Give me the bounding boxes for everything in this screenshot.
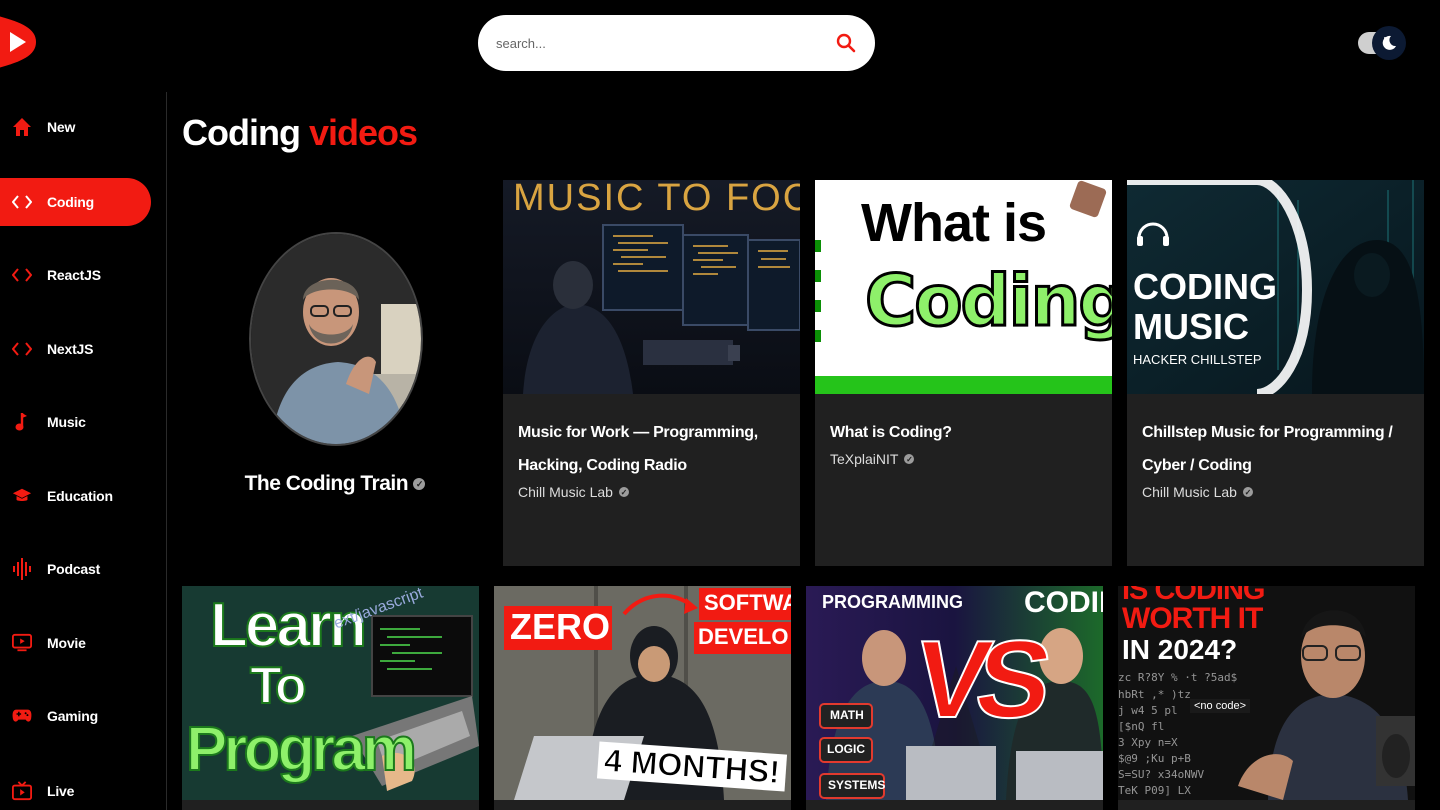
- sidebar-item-movie[interactable]: Movie: [0, 619, 151, 667]
- thumbnail-text: PROGRAMMING: [822, 592, 963, 612]
- sidebar-item-label: ReactJS: [47, 267, 101, 283]
- sidebar-item-label: Movie: [47, 635, 86, 651]
- thumbnail-tag: SYSTEMS: [828, 778, 886, 792]
- video-title[interactable]: Chillstep Music for Programming / Cyber …: [1142, 416, 1409, 482]
- sidebar-item-label: Coding: [47, 194, 95, 210]
- thumbnail-text: To: [249, 656, 308, 716]
- thumbnail-text: DEVELO: [698, 624, 789, 649]
- podcast-icon: [12, 558, 32, 580]
- video-thumbnail[interactable]: ZERO SOFTWA DEVELO 4 MONTHS!: [494, 586, 791, 800]
- video-card[interactable]: PROGRAMMING CODIN VS MATH LOGIC SYSTEMS: [806, 586, 1103, 810]
- graduation-cap-icon: [12, 486, 32, 506]
- sidebar-item-live[interactable]: Live: [0, 767, 151, 810]
- video-thumbnail[interactable]: PROGRAMMING CODIN VS MATH LOGIC SYSTEMS: [806, 586, 1103, 800]
- verified-icon: ✓: [618, 487, 629, 497]
- sidebar-item-coding[interactable]: Coding: [0, 178, 151, 226]
- video-card[interactable]: What is Coding? What is Coding? TeXplaiN…: [815, 180, 1112, 566]
- search-input[interactable]: [496, 35, 835, 51]
- thumbnail-text: VS: [906, 617, 1048, 742]
- video-title[interactable]: What is Coding?: [830, 416, 1097, 449]
- svg-text:j w4 5 pl: j w4 5 pl: [1118, 704, 1178, 717]
- thumbnail-text: CODIN: [1024, 586, 1103, 619]
- thumbnail-text: SOFTWA: [704, 590, 791, 615]
- sidebar-item-reactjs[interactable]: ReactJS: [0, 251, 151, 299]
- code-icon: [12, 265, 32, 285]
- verified-icon: ✓: [1242, 487, 1253, 497]
- video-thumbnail[interactable]: zc R?8Y % ·t ?5ad$ hbRt ,* )tz j w4 5 pl…: [1118, 586, 1415, 800]
- sidebar-item-music[interactable]: Music: [0, 398, 151, 446]
- sidebar-item-label: Podcast: [47, 561, 101, 577]
- sidebar: New Coding ReactJS NextJS Music Educatio…: [0, 92, 167, 810]
- video-channel[interactable]: Chill Music Lab ✓: [518, 484, 785, 500]
- channel-avatar[interactable]: [249, 232, 423, 446]
- svg-text:$@9 ;Ku p+B: $@9 ;Ku p+B: [1118, 752, 1191, 765]
- sidebar-item-label: New: [47, 119, 76, 135]
- svg-text:[$nQ fl: [$nQ fl: [1118, 720, 1164, 733]
- video-card[interactable]: CODING MUSIC HACKER CHILLSTEP Chillstep …: [1127, 180, 1424, 566]
- thumbnail-text: WORTH IT: [1122, 602, 1263, 635]
- thumbnail-text: MUSIC TO FOCU: [513, 180, 800, 219]
- sidebar-item-label: Music: [47, 414, 86, 430]
- thumbnail-text: Coding?: [863, 259, 1112, 344]
- sidebar-item-label: Education: [47, 488, 113, 504]
- music-note-icon: [12, 412, 32, 432]
- thumbnail-text: CODING: [1133, 266, 1277, 307]
- code-icon: [12, 339, 32, 359]
- thumbnail-text: <no code>: [1190, 699, 1250, 713]
- tv-icon: [12, 633, 32, 653]
- svg-text:zc R?8Y % ·t ?5ad$: zc R?8Y % ·t ?5ad$: [1118, 671, 1237, 684]
- sidebar-item-gaming[interactable]: Gaming: [0, 692, 151, 740]
- thumbnail-text: ZERO: [510, 606, 611, 647]
- video-thumbnail[interactable]: MUSIC TO FOCU: [503, 180, 800, 394]
- sidebar-item-nextjs[interactable]: NextJS: [0, 325, 151, 373]
- page-title: Coding videos: [182, 112, 418, 154]
- thumbnail-text: IN 2024?: [1122, 634, 1238, 665]
- verified-icon: ✓: [413, 478, 426, 491]
- channel-card[interactable]: The Coding Train ✓: [182, 180, 488, 566]
- thumbnail-text: HACKER CHILLSTEP: [1133, 352, 1262, 367]
- verified-icon: ✓: [904, 454, 915, 464]
- thumbnail-text: MUSIC: [1133, 306, 1249, 347]
- theme-toggle[interactable]: [1356, 26, 1406, 61]
- moon-icon: [1372, 26, 1406, 60]
- video-card[interactable]: zc R?8Y % ·t ?5ad$ hbRt ,* )tz j w4 5 pl…: [1118, 586, 1415, 810]
- search-bar: [478, 15, 875, 71]
- thumbnail-tag: LOGIC: [827, 742, 865, 756]
- video-thumbnail[interactable]: CODING MUSIC HACKER CHILLSTEP: [1127, 180, 1424, 394]
- video-thumbnail[interactable]: Learn To Program ext/javascript: [182, 586, 479, 800]
- svg-text:3 Xpy n=X: 3 Xpy n=X: [1118, 736, 1178, 749]
- search-icon[interactable]: [835, 32, 857, 54]
- video-channel[interactable]: TeXplaiNIT ✓: [830, 451, 1097, 467]
- gamepad-icon: [12, 706, 32, 726]
- page-title-main: Coding: [182, 112, 301, 153]
- thumbnail-tag: MATH: [830, 708, 864, 722]
- thumbnail-text: What is: [861, 193, 1047, 253]
- sidebar-item-education[interactable]: Education: [0, 472, 151, 520]
- svg-text:hbRt ,* )tz: hbRt ,* )tz: [1118, 688, 1191, 701]
- sidebar-item-label: Live: [47, 783, 75, 799]
- thumbnail-text: Program: [185, 714, 418, 785]
- play-logo-icon: [0, 16, 36, 68]
- svg-text:S=SU? x34oNWV: S=SU? x34oNWV: [1118, 768, 1204, 781]
- sidebar-item-label: NextJS: [47, 341, 94, 357]
- video-thumbnail[interactable]: What is Coding?: [815, 180, 1112, 394]
- video-card[interactable]: ZERO SOFTWA DEVELO 4 MONTHS!: [494, 586, 791, 810]
- channel-name[interactable]: The Coding Train ✓: [182, 472, 488, 496]
- home-icon: [12, 117, 32, 137]
- page-title-accent: videos: [308, 112, 418, 153]
- video-title[interactable]: Music for Work — Programming, Hacking, C…: [518, 416, 785, 482]
- video-card[interactable]: MUSIC TO FOCU Music for Work — Programmi…: [503, 180, 800, 566]
- sidebar-item-podcast[interactable]: Podcast: [0, 545, 151, 593]
- svg-text:TeK P09] LX: TeK P09] LX: [1118, 784, 1191, 797]
- live-tv-icon: [12, 781, 32, 801]
- app-logo[interactable]: [0, 14, 38, 70]
- video-card[interactable]: Learn To Program ext/javascript: [182, 586, 479, 810]
- video-channel[interactable]: Chill Music Lab ✓: [1142, 484, 1409, 500]
- sidebar-item-label: Gaming: [47, 708, 98, 724]
- code-icon: [12, 192, 32, 212]
- sidebar-item-new[interactable]: New: [0, 103, 151, 151]
